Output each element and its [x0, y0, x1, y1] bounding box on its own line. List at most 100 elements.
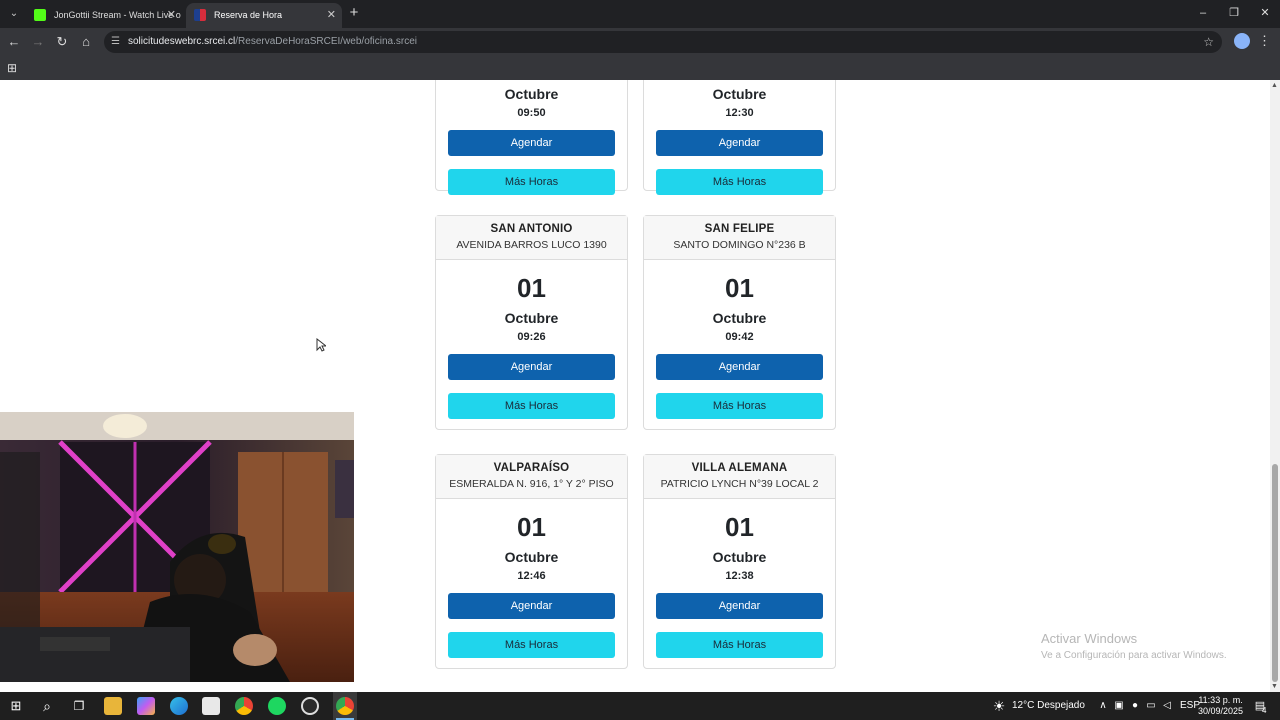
scroll-up-icon[interactable]: ▲: [1271, 82, 1278, 89]
chrome-icon[interactable]: [235, 697, 253, 715]
card-body: 01 Octubre 12:38 Agendar Más Horas: [644, 499, 835, 658]
time-label: 12:30: [725, 107, 754, 119]
notification-count: 4: [1262, 706, 1267, 715]
card-body: 01 Octubre 09:26 Agendar Más Horas: [436, 260, 627, 419]
agendar-button[interactable]: Agendar: [656, 593, 823, 619]
clock-time: 11:33 p. m.: [1198, 695, 1243, 705]
browser-menu-icon[interactable]: ⋮: [1258, 33, 1271, 51]
back-icon[interactable]: ←: [5, 33, 23, 51]
month-label: Octubre: [712, 86, 767, 102]
office-address: AVENIDA BARROS LUCO 1390: [456, 239, 607, 251]
page-scrollbar[interactable]: ▲ ▼: [1270, 80, 1280, 692]
month-label: Octubre: [712, 549, 767, 565]
office-card: Octubre 12:30 Agendar Más Horas: [643, 80, 836, 195]
home-icon[interactable]: ⌂: [77, 33, 95, 51]
tab-search-icon[interactable]: ⌄: [4, 4, 24, 24]
apps-grid-icon[interactable]: ⊞: [7, 61, 21, 75]
agendar-button[interactable]: Agendar: [448, 354, 615, 380]
mas-horas-button[interactable]: Más Horas: [656, 393, 823, 419]
address-bar[interactable]: ☰ solicitudeswebrc.srcei.cl/ReservaDeHor…: [104, 31, 1222, 53]
mas-horas-button[interactable]: Más Horas: [448, 169, 615, 195]
webcam-overlay: [0, 412, 354, 682]
day-number: 01: [517, 512, 546, 542]
watermark-subtitle: Ve a Configuración para activar Windows.: [1041, 650, 1227, 661]
minimize-icon[interactable]: –: [1193, 4, 1213, 22]
clock[interactable]: 11:33 p. m. 30/09/2025: [1198, 695, 1243, 717]
url-host: solicitudeswebrc.srcei.cl: [128, 36, 236, 47]
srcei-favicon-icon: [194, 9, 206, 21]
mas-horas-button[interactable]: Más Horas: [448, 632, 615, 658]
task-view-icon[interactable]: ❐: [70, 697, 88, 715]
card-header: VILLA ALEMANA PATRICIO LYNCH N°39 LOCAL …: [644, 455, 835, 499]
site-info-icon[interactable]: ☰: [111, 36, 123, 48]
day-number: 01: [725, 512, 754, 542]
office-name: SAN ANTONIO: [490, 223, 573, 235]
month-label: Octubre: [504, 549, 559, 565]
reload-icon[interactable]: ↻: [53, 33, 71, 51]
month-label: Octubre: [504, 86, 559, 102]
time-label: 09:50: [517, 107, 546, 119]
office-card-san-felipe: SAN FELIPE SANTO DOMINGO N°236 B 01 Octu…: [643, 215, 836, 430]
bookmarks-bar: ⊞: [0, 56, 1280, 80]
restore-icon[interactable]: ❐: [1224, 4, 1244, 22]
weather-icon[interactable]: ☀: [990, 697, 1008, 715]
time-label: 09:42: [725, 331, 754, 343]
search-icon[interactable]: ⌕: [38, 697, 56, 715]
activation-watermark: Activar Windows Ve a Configuración para …: [1041, 631, 1227, 661]
office-address: SANTO DOMINGO N°236 B: [673, 239, 806, 251]
day-number: 01: [517, 273, 546, 303]
mas-horas-button[interactable]: Más Horas: [656, 169, 823, 195]
chrome-active-icon[interactable]: [336, 697, 354, 715]
nav-bar: ← → ↻ ⌂ ☰ solicitudeswebrc.srcei.cl/Rese…: [0, 28, 1280, 56]
webcam-scene: [0, 412, 354, 682]
close-tab-icon[interactable]: ✕: [327, 3, 336, 28]
office-address: PATRICIO LYNCH N°39 LOCAL 2: [660, 478, 819, 490]
file-explorer-icon[interactable]: [104, 697, 122, 715]
edge-icon[interactable]: [170, 697, 188, 715]
agendar-button[interactable]: Agendar: [448, 593, 615, 619]
agendar-button[interactable]: Agendar: [448, 130, 615, 156]
windows-start-icon[interactable]: ⊞: [7, 697, 25, 715]
kick-favicon-icon: [34, 9, 46, 21]
day-number: 01: [725, 273, 754, 303]
card-body: 01 Octubre 09:42 Agendar Más Horas: [644, 260, 835, 419]
new-tab-icon[interactable]: +: [346, 5, 362, 21]
taskbar: ⊞ ⌕ ❐ ☀ 12°C Despejado ∧ ▣ ● ▭ ◁ ESP 11:…: [0, 692, 1280, 720]
office-name: SAN FELIPE: [704, 223, 775, 235]
card-body: Octubre 09:50 Agendar Más Horas: [436, 80, 627, 195]
store-icon[interactable]: [202, 697, 220, 715]
card-header: VALPARAÍSO ESMERALDA N. 916, 1° Y 2° PIS…: [436, 455, 627, 499]
close-window-icon[interactable]: ✕: [1255, 4, 1275, 22]
month-label: Octubre: [504, 310, 559, 326]
copilot-icon[interactable]: [137, 697, 155, 715]
scroll-down-icon[interactable]: ▼: [1271, 683, 1278, 690]
card-header: SAN ANTONIO AVENIDA BARROS LUCO 1390: [436, 216, 627, 260]
time-label: 09:26: [517, 331, 546, 343]
close-tab-icon[interactable]: ✕: [167, 3, 176, 28]
office-card-valparaiso: VALPARAÍSO ESMERALDA N. 916, 1° Y 2° PIS…: [435, 454, 628, 669]
time-label: 12:38: [725, 570, 754, 582]
office-card: Octubre 09:50 Agendar Más Horas: [435, 80, 628, 195]
tab-stream[interactable]: JonGottii Stream - Watch Live o ✕: [26, 3, 182, 28]
agendar-button[interactable]: Agendar: [656, 354, 823, 380]
forward-icon[interactable]: →: [29, 33, 47, 51]
spotify-icon[interactable]: [268, 697, 286, 715]
office-address: ESMERALDA N. 916, 1° Y 2° PISO: [449, 478, 614, 490]
month-label: Octubre: [712, 310, 767, 326]
mas-horas-button[interactable]: Más Horas: [656, 632, 823, 658]
bookmark-star-icon[interactable]: ☆: [1203, 31, 1214, 53]
scroll-thumb[interactable]: [1272, 464, 1278, 682]
obs-icon[interactable]: [301, 697, 319, 715]
tab-reserva[interactable]: Reserva de Hora ✕: [186, 3, 342, 28]
weather-text[interactable]: 12°C Despejado: [1012, 692, 1085, 720]
time-label: 12:46: [517, 570, 546, 582]
office-name: VALPARAÍSO: [493, 462, 570, 474]
volume-icon[interactable]: ◁: [1158, 697, 1176, 715]
mas-horas-button[interactable]: Más Horas: [448, 393, 615, 419]
language-indicator[interactable]: ESP: [1180, 692, 1200, 720]
agendar-button[interactable]: Agendar: [656, 130, 823, 156]
office-name: VILLA ALEMANA: [691, 462, 788, 474]
mouse-cursor-icon: [316, 338, 326, 352]
card-header: SAN FELIPE SANTO DOMINGO N°236 B: [644, 216, 835, 260]
profile-avatar[interactable]: [1234, 33, 1250, 49]
